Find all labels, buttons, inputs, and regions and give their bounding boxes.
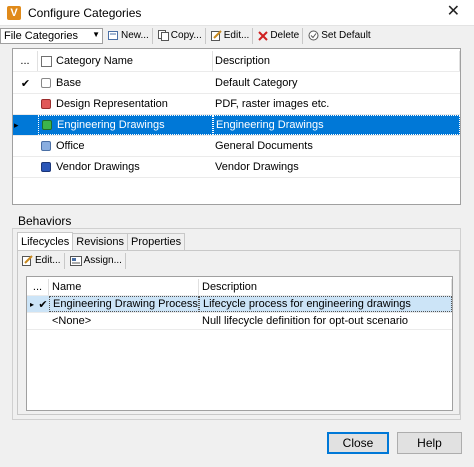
set-default-button[interactable]: Set Default <box>305 28 373 44</box>
row-marker <box>27 313 49 329</box>
table-row[interactable]: Vendor Drawings Vendor Drawings <box>13 157 460 178</box>
column-header-description[interactable]: Description <box>199 279 452 295</box>
row-marker <box>13 157 38 177</box>
delete-button[interactable]: Delete <box>255 27 304 44</box>
category-description: General Documents <box>215 140 313 152</box>
table-row[interactable]: ✔ Base Default Category <box>13 73 460 94</box>
category-color-swatch <box>41 141 51 151</box>
row-marker <box>13 94 38 114</box>
category-description: Vendor Drawings <box>215 161 299 173</box>
column-header-name[interactable]: Name <box>49 279 199 295</box>
category-name: Office <box>56 140 85 152</box>
category-name: Design Representation <box>56 98 168 110</box>
delete-label: Delete <box>270 30 300 41</box>
category-name: Vendor Drawings <box>56 161 140 173</box>
category-type-select[interactable]: File Categories ▼ <box>0 27 103 44</box>
category-toolbar: File Categories ▼ New... Copy... Edit...… <box>0 27 474 44</box>
tab-revisions[interactable]: Revisions <box>72 233 128 250</box>
row-pointer-icon: ▸ <box>29 299 34 309</box>
row-marker <box>13 136 38 156</box>
lifecycle-toolbar: Edit... Assign... <box>19 252 126 269</box>
window-title: Configure Categories <box>28 5 142 20</box>
category-name-cell: Office <box>38 136 213 156</box>
edit-label: Edit... <box>223 30 250 41</box>
set-default-icon <box>308 30 319 41</box>
behaviors-tabs: Lifecycles Revisions Properties <box>17 232 186 251</box>
header-marker: ... <box>13 51 38 71</box>
current-row-pointer-icon: ▸ <box>14 120 19 130</box>
copy-label: Copy... <box>170 30 202 41</box>
row-pointer-icon <box>1 115 11 135</box>
table-row[interactable]: Design Representation PDF, raster images… <box>13 94 460 115</box>
column-header-name-label: Category Name <box>56 55 134 67</box>
lifecycle-grid-header: ... Name Description <box>27 279 452 296</box>
select-all-checkbox[interactable] <box>41 55 52 67</box>
header-marker: ... <box>27 279 49 295</box>
edit-button[interactable]: Edit... <box>208 27 254 44</box>
close-button[interactable]: Close <box>327 432 389 454</box>
tab-lifecycles[interactable]: Lifecycles <box>17 232 74 250</box>
tab-properties[interactable]: Properties <box>126 233 186 250</box>
set-default-label: Set Default <box>321 30 371 41</box>
category-name-cell: Vendor Drawings <box>38 157 213 177</box>
lifecycle-description: Lifecycle process for engineering drawin… <box>199 296 452 312</box>
default-check-icon: ✔ <box>20 77 31 90</box>
assigned-check-icon: ✔ <box>38 298 48 311</box>
help-button[interactable]: Help <box>397 432 462 454</box>
edit-icon <box>22 255 33 266</box>
category-name: Base <box>56 77 82 89</box>
copy-icon <box>157 30 169 41</box>
app-logo-icon: V <box>7 5 21 20</box>
category-type-value: File Categories <box>4 29 78 42</box>
column-header-description[interactable]: Description <box>213 51 460 71</box>
category-name-cell: Design Representation <box>38 94 213 114</box>
category-name: Engineering Drawings <box>57 119 165 131</box>
lifecycles-grid: ... Name Description ▸ ✔ Engineering Dra… <box>26 276 453 411</box>
lifecycle-assign-button[interactable]: Assign... <box>67 252 126 269</box>
lifecycle-name: <None> <box>52 315 92 327</box>
lifecycle-edit-button[interactable]: Edit... <box>19 252 65 269</box>
assign-icon <box>69 255 82 266</box>
category-description: Engineering Drawings <box>213 115 460 135</box>
table-row-selected[interactable]: ▸ ✔ Engineering Drawing Process Lifecycl… <box>27 296 452 313</box>
table-row[interactable]: <None> Null lifecycle definition for opt… <box>27 313 452 330</box>
new-icon <box>108 30 118 40</box>
close-window-icon[interactable]: ✕ <box>447 4 460 20</box>
column-header-name[interactable]: Category Name <box>38 51 213 71</box>
lifecycle-edit-label: Edit... <box>35 255 61 266</box>
grid-header: ... Category Name Description <box>13 51 460 72</box>
category-description: Default Category <box>215 77 298 89</box>
behaviors-heading: Behaviors <box>18 214 72 228</box>
chevron-down-icon: ▼ <box>92 29 100 39</box>
categories-grid: ... Category Name Description ✔ Base Def… <box>12 48 461 205</box>
category-name-cell: Base <box>38 73 213 93</box>
copy-button[interactable]: Copy... <box>155 27 206 44</box>
edit-icon <box>210 30 222 41</box>
category-color-swatch <box>41 78 51 88</box>
lifecycle-assign-label: Assign... <box>83 255 122 266</box>
lifecycle-description: Null lifecycle definition for opt-out sc… <box>202 315 409 327</box>
title-bar: V Configure Categories ✕ <box>0 0 474 26</box>
category-color-swatch <box>41 162 51 172</box>
delete-icon <box>258 30 269 41</box>
new-label: New... <box>121 30 149 41</box>
table-row-selected[interactable]: Engineering Drawings Engineering Drawing… <box>13 115 460 136</box>
category-description: PDF, raster images etc. <box>215 98 330 110</box>
category-name-cell: Engineering Drawings <box>38 115 213 135</box>
lifecycle-name: Engineering Drawing Process <box>49 296 199 312</box>
category-color-swatch <box>41 99 51 109</box>
new-button[interactable]: New... <box>105 27 153 44</box>
category-color-swatch <box>42 120 52 130</box>
table-row[interactable]: Office General Documents <box>13 136 460 157</box>
